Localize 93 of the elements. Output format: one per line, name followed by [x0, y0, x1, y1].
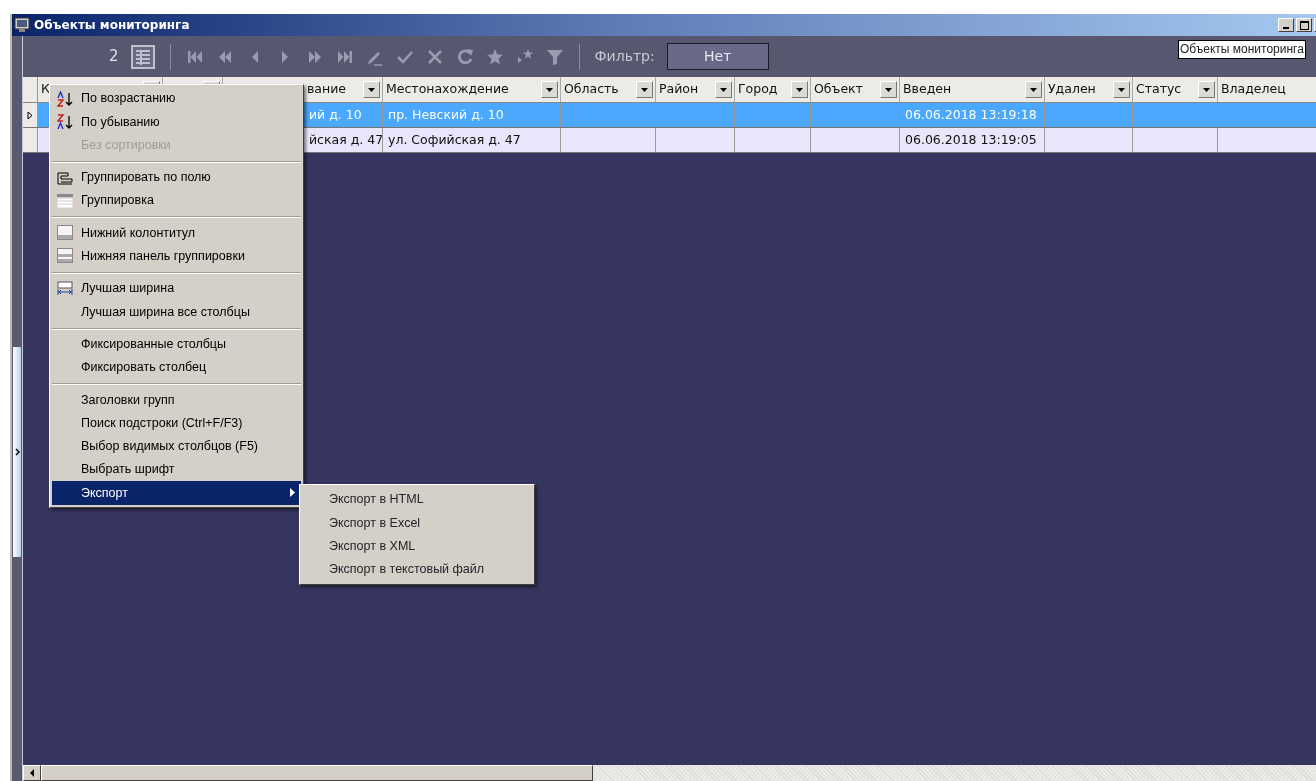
menu-item[interactable]: Поиск подстроки (Ctrl+F/F3)	[52, 411, 301, 435]
caret-icon	[1030, 87, 1037, 92]
menu-item[interactable]: Экспорт в XML	[302, 534, 532, 558]
tooltip: Объекты мониторинга	[1178, 40, 1306, 59]
menu-item[interactable]: Лучшая ширина все столбцы	[52, 300, 301, 324]
column-filter-button[interactable]	[880, 81, 897, 98]
column-header[interactable]: Город	[735, 77, 811, 102]
menu-item[interactable]: Заголовки групп	[52, 388, 301, 412]
caret-icon	[796, 87, 803, 92]
splitter-handle[interactable]	[13, 347, 21, 557]
column-filter-button[interactable]	[1198, 81, 1215, 98]
column-filter-button[interactable]	[363, 81, 380, 98]
column-header[interactable]: Статус	[1133, 77, 1218, 102]
caret-icon	[720, 87, 727, 92]
menu-item[interactable]: Нижняя панель группировки	[52, 244, 301, 269]
monitor-icon	[14, 17, 30, 33]
chevron-right-icon	[14, 448, 20, 456]
minimize-button[interactable]	[1278, 18, 1294, 32]
column-header[interactable]: Владелец	[1218, 77, 1316, 102]
group-panel-icon	[57, 192, 73, 209]
column-header-label: Владелец	[1221, 80, 1286, 99]
group-by-icon	[57, 169, 73, 186]
column-header-label: вание	[307, 80, 346, 99]
caret-icon	[885, 87, 892, 92]
menu-item[interactable]: Выбор видимых столбцов (F5)	[52, 434, 301, 459]
menu-item[interactable]: Экспорт в Excel	[302, 511, 532, 535]
caret-icon	[546, 87, 553, 92]
horizontal-scrollbar[interactable]	[23, 765, 1316, 781]
page-count: 2	[109, 46, 119, 68]
left-arrow-icon	[29, 769, 35, 777]
caret-icon	[641, 87, 648, 92]
filter-icon[interactable]	[545, 47, 564, 66]
table-cell-text: пр. Невский д. 10	[388, 105, 504, 124]
column-filter-button[interactable]	[636, 81, 653, 98]
caret-icon	[1118, 87, 1125, 92]
column-header-label: Область	[564, 80, 619, 99]
menu-item[interactable]: Лучшая ширина	[52, 277, 301, 301]
menu-item[interactable]: Выбрать шрифт	[52, 458, 301, 482]
column-header[interactable]: Введен	[900, 77, 1045, 102]
column-header-label: Местонахождение	[386, 80, 509, 99]
column-header-label: Район	[659, 80, 699, 99]
column-header[interactable]: Объект	[811, 77, 900, 102]
submenu-arrow-icon	[290, 488, 295, 498]
table-cell-text: йская д. 47	[309, 130, 382, 149]
column-header[interactable]: Район	[656, 77, 735, 102]
maximize-icon	[1299, 20, 1309, 30]
filter-field[interactable]: Нет	[666, 43, 769, 70]
menu-item[interactable]: Экспорт в HTML	[302, 488, 532, 512]
sort-ascending-icon	[57, 90, 73, 107]
arrow-star-icon[interactable]	[515, 47, 534, 66]
sort-descending-icon	[57, 113, 73, 130]
table-cell-text: ул. Софийская д. 47	[388, 130, 521, 149]
column-header-label: Город	[738, 80, 778, 99]
table-cell-text: ий д. 10	[309, 105, 362, 124]
column-header-label: К	[41, 80, 50, 99]
row-indicator[interactable]	[23, 128, 38, 152]
column-header[interactable]: Местонахождение	[383, 77, 561, 102]
column-header[interactable]: Область	[561, 77, 656, 102]
caret-icon	[1203, 87, 1210, 92]
filter-label: Фильтр:	[594, 47, 655, 66]
column-filter-button[interactable]	[1025, 81, 1042, 98]
table-cell-text: 06.06.2018 13:19:05	[905, 130, 1037, 149]
menu-item[interactable]: Экспорт	[52, 481, 301, 505]
group-footer-icon	[57, 248, 73, 265]
star-icon[interactable]	[485, 47, 504, 66]
table-cell-text: 06.06.2018 13:19:18	[905, 105, 1037, 124]
caret-icon	[368, 87, 375, 92]
scroll-left-button[interactable]	[23, 765, 41, 781]
scrollbar-thumb[interactable]	[41, 765, 593, 781]
row-indicator[interactable]	[23, 103, 38, 127]
menu-item[interactable]: Фиксированные столбцы	[52, 332, 301, 356]
menu-item[interactable]: Фиксировать столбец	[52, 355, 301, 380]
column-width-icon	[57, 280, 73, 297]
column-header[interactable]: Удален	[1045, 77, 1133, 102]
menu-item[interactable]: Группировать по полю	[52, 165, 301, 190]
footer-icon	[57, 225, 73, 242]
column-filter-button[interactable]	[541, 81, 558, 98]
maximize-button[interactable]	[1296, 18, 1312, 32]
cross-icon[interactable]	[425, 47, 444, 66]
grid-icon[interactable]	[130, 44, 155, 69]
column-header-label: Статус	[1136, 80, 1182, 99]
column-header-label: Введен	[903, 80, 952, 99]
column-filter-button[interactable]	[791, 81, 808, 98]
menu-item[interactable]: Нижний колонтитул	[52, 221, 301, 245]
refresh-icon[interactable]	[455, 47, 474, 66]
menu-item[interactable]: Экспорт в текстовый файл	[302, 557, 532, 582]
window-title: Объекты мониторинга	[34, 17, 190, 34]
column-header-label: Объект	[814, 80, 863, 99]
column-header-label: Удален	[1048, 80, 1096, 99]
column-filter-button[interactable]	[1113, 81, 1130, 98]
menu-item[interactable]: Группировка	[52, 189, 301, 213]
row-pointer-icon	[27, 110, 33, 120]
column-filter-button[interactable]	[715, 81, 732, 98]
